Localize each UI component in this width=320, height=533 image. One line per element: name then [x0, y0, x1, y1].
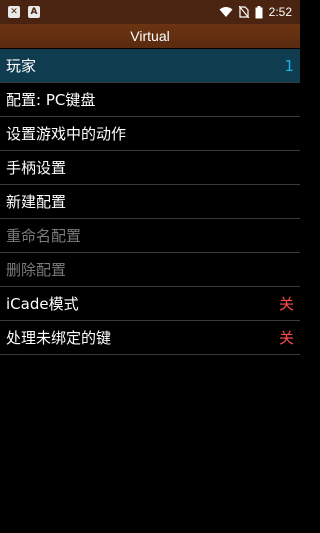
a-badge-icon: A	[28, 6, 40, 18]
menu-item-label: 设置游戏中的动作	[6, 125, 127, 143]
menu-item-label: 删除配置	[6, 261, 67, 279]
menu-item-label: 手柄设置	[6, 159, 67, 177]
status-bar: ✕ A 2:52	[0, 0, 300, 24]
menu-item-label: iCade模式	[6, 295, 79, 313]
menu-item-set-actions[interactable]: 设置游戏中的动作	[0, 117, 300, 151]
menu-item-gamepad-settings[interactable]: 手柄设置	[0, 151, 300, 185]
battery-icon	[255, 5, 263, 18]
title-bar: Virtual	[0, 24, 300, 48]
menu-item-label: 处理未绑定的键	[6, 329, 112, 347]
status-time: 2:52	[268, 5, 292, 19]
settings-menu: 玩家 1 配置: PC键盘 设置游戏中的动作 手柄设置 新建配置 重命名配置 删…	[0, 49, 300, 355]
menu-item-value: 1	[284, 56, 294, 75]
close-badge-icon: ✕	[8, 6, 20, 18]
menu-item-config[interactable]: 配置: PC键盘	[0, 83, 300, 117]
menu-item-label: 配置: PC键盘	[6, 91, 96, 109]
menu-item-label: 玩家	[6, 57, 37, 75]
menu-item-label: 重命名配置	[6, 227, 82, 245]
wifi-icon	[219, 7, 233, 17]
page-title: Virtual	[130, 28, 170, 44]
menu-item-player[interactable]: 玩家 1	[0, 49, 300, 83]
menu-item-rename-config[interactable]: 重命名配置	[0, 219, 300, 253]
menu-item-delete-config[interactable]: 删除配置	[0, 253, 300, 287]
menu-item-icade-mode[interactable]: iCade模式 关	[0, 287, 300, 321]
menu-item-unbound-keys[interactable]: 处理未绑定的键 关	[0, 321, 300, 355]
menu-item-value: 关	[278, 295, 294, 313]
status-left-icons: ✕ A	[0, 6, 40, 18]
no-sim-icon	[238, 6, 249, 18]
menu-item-label: 新建配置	[6, 193, 67, 211]
status-right-icons: 2:52	[219, 5, 300, 19]
menu-item-new-config[interactable]: 新建配置	[0, 185, 300, 219]
menu-item-value: 关	[278, 329, 294, 347]
